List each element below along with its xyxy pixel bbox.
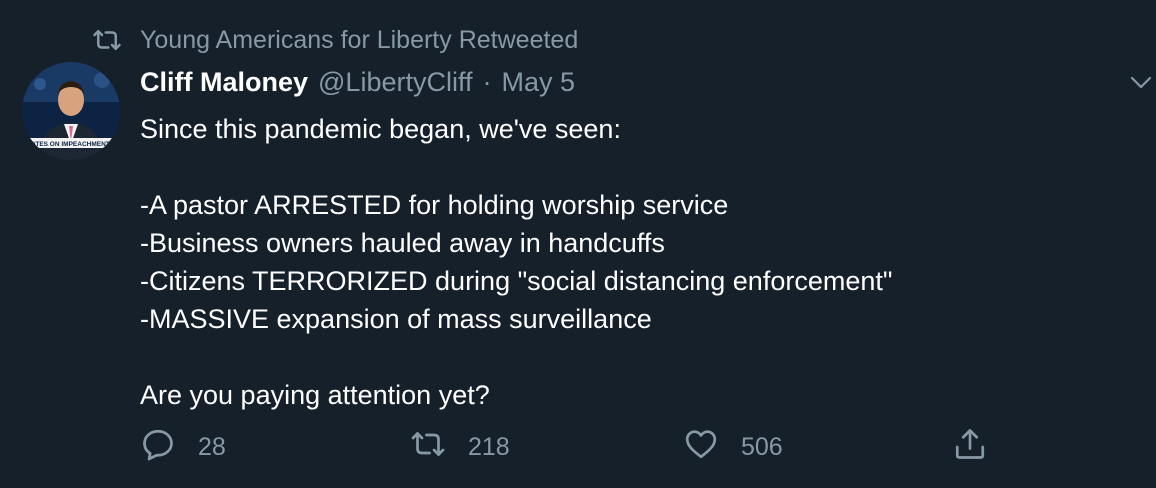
reply-button[interactable]: 28 [140,425,226,469]
reply-count: 28 [198,432,226,461]
tweet-line: -MASSIVE expansion of mass surveillance [140,304,652,334]
retweet-notice-text[interactable]: Young Americans for Liberty Retweeted [140,26,578,55]
retweet-icon [92,25,122,55]
tweet-actions: 28 218 506 [140,425,1000,469]
share-button[interactable] [952,425,988,469]
tweet-date[interactable]: May 5 [501,67,575,98]
reply-icon [140,426,176,469]
tweet-line: -A pastor ARRESTED for holding worship s… [140,190,729,220]
retweet-button[interactable]: 218 [410,425,510,469]
tweet-line: -Citizens TERRORIZED during "social dist… [140,266,893,296]
author-name[interactable]: Cliff Maloney [140,67,308,98]
heart-icon [683,426,719,469]
retweet-count: 218 [468,432,510,461]
like-button[interactable]: 506 [683,425,783,469]
tweet-line [140,338,1140,376]
more-options-chevron-down-icon[interactable] [1126,70,1156,94]
avatar[interactable]: VOTES ON IMPEACHMENT A [22,62,120,160]
avatar-caption: VOTES ON IMPEACHMENT A [26,141,116,148]
retweet-notice: Young Americans for Liberty Retweeted [92,24,578,56]
tweet-line [140,148,1140,186]
like-count: 506 [741,432,783,461]
share-icon [952,426,988,469]
tweet-header: Cliff Maloney @LibertyCliff · May 5 [140,62,575,102]
retweet-icon [410,426,446,469]
tweet-line: Are you paying attention yet? [140,380,490,410]
tweet-line: Since this pandemic began, we've seen: [140,114,621,144]
tweet-line: -Business owners hauled away in handcuff… [140,228,665,258]
header-separator: · [482,66,492,97]
tweet-card[interactable]: Young Americans for Liberty Retweeted VO… [0,0,1156,488]
author-handle[interactable]: @LibertyCliff [318,67,472,98]
tweet-text: Since this pandemic began, we've seen: -… [140,110,1140,414]
